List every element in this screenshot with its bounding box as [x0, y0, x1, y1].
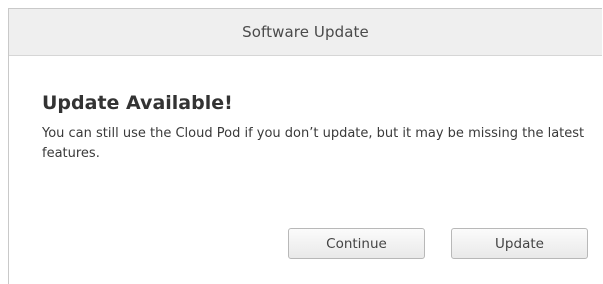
update-button[interactable]: Update: [451, 228, 588, 259]
update-heading: Update Available!: [42, 92, 233, 114]
dialog-title-bar: Software Update: [9, 9, 602, 56]
dialog-title: Software Update: [242, 23, 369, 41]
software-update-dialog: Software Update Update Available! You ca…: [8, 8, 602, 284]
continue-button[interactable]: Continue: [288, 228, 425, 259]
update-message: You can still use the Cloud Pod if you d…: [42, 126, 585, 161]
